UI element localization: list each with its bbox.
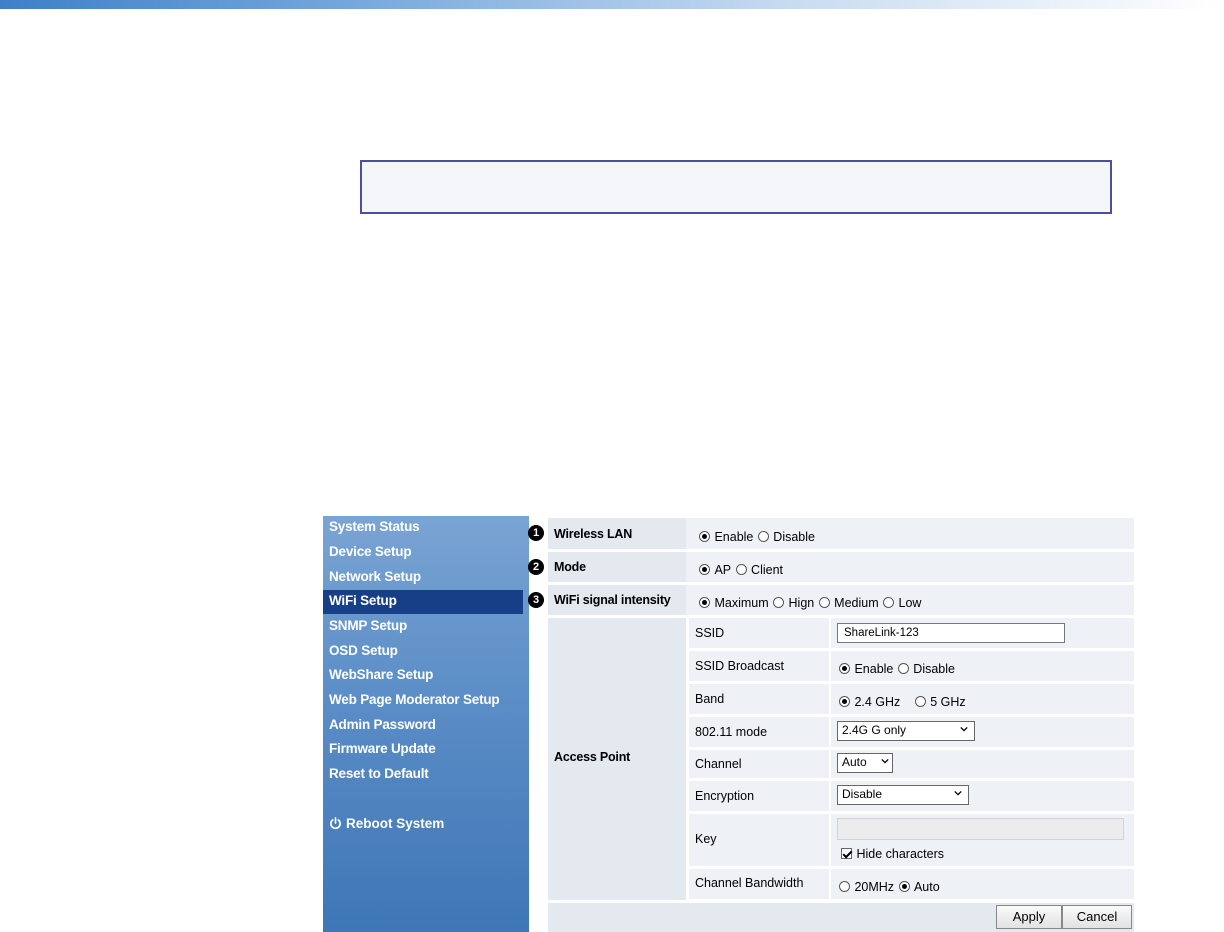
ssid-input[interactable] <box>837 623 1065 643</box>
sidebar-item-device-setup[interactable]: Device Setup <box>329 541 529 565</box>
hide-characters-label: Hide characters <box>856 846 944 861</box>
wireless-lan-enable-radio[interactable] <box>699 531 710 543</box>
sidebar-item-web-page-moderator-setup[interactable]: Web Page Moderator Setup <box>329 689 529 713</box>
power-icon <box>330 817 341 830</box>
sidebar-item-system-status[interactable]: System Status <box>329 516 529 540</box>
encryption-select[interactable]: Disable <box>837 785 969 805</box>
row-ssid: SSID <box>689 618 1134 648</box>
wireless-lan-label: Wireless LAN <box>554 527 633 541</box>
sidebar-item-firmware-update[interactable]: Firmware Update <box>329 738 529 762</box>
wireless-lan-disable-radio[interactable] <box>757 531 769 543</box>
ssid-broadcast-label: SSID Broadcast <box>695 659 784 673</box>
access-point-label: Access Point <box>554 750 631 764</box>
sidebar-item-snmp-setup[interactable]: SNMP Setup <box>329 615 529 639</box>
ssid-broadcast-disable-label: Disable <box>913 661 955 676</box>
80211-mode-select[interactable]: 2.4G G only <box>837 721 975 741</box>
channel-value: Auto <box>842 755 867 769</box>
sidebar-item-osd-setup[interactable]: OSD Setup <box>329 640 529 664</box>
ssid-label: SSID <box>695 626 725 640</box>
ssid-broadcast-disable-radio[interactable] <box>897 663 909 675</box>
mode-ap-radio[interactable] <box>699 564 710 576</box>
chevron-down-icon <box>881 758 889 764</box>
bandwidth-auto-label: Auto <box>913 879 940 894</box>
wifi-signal-intensity-label: WiFi signal intensity <box>554 593 671 607</box>
row-ssid-broadcast: SSID Broadcast Enable Disable <box>689 651 1134 681</box>
80211-mode-label: 802.11 mode <box>695 725 768 739</box>
mode-label: Mode <box>554 560 586 574</box>
row-band: Band 2.4 GHz 5 GHz <box>689 684 1134 714</box>
chevron-down-icon <box>960 726 968 732</box>
apply-button[interactable]: Apply <box>996 905 1062 929</box>
ssid-broadcast-enable-label: Enable <box>854 661 894 676</box>
signal-maximum-radio[interactable] <box>699 597 710 609</box>
callout-number-2: 2 <box>528 559 544 575</box>
band-24ghz-radio[interactable] <box>839 696 850 708</box>
bandwidth-auto-radio[interactable] <box>898 881 910 893</box>
signal-low-label: Low <box>898 595 922 610</box>
signal-medium-label: Medium <box>834 595 879 610</box>
chevron-down-icon <box>954 790 962 796</box>
encryption-label: Encryption <box>695 789 755 803</box>
band-5ghz-radio[interactable] <box>914 696 926 708</box>
wireless-lan-disable-label: Disable <box>773 529 815 544</box>
cancel-button[interactable]: Cancel <box>1062 905 1132 929</box>
bandwidth-20mhz-radio[interactable] <box>839 881 850 893</box>
callout-number-1: 1 <box>528 525 544 541</box>
bandwidth-20mhz-label: 20MHz <box>854 879 895 894</box>
row-80211-mode: 802.11 mode 2.4G G only <box>689 717 1134 747</box>
channel-bandwidth-label: Channel Bandwidth <box>695 876 804 890</box>
sidebar-item-webshare-setup[interactable]: WebShare Setup <box>329 664 529 688</box>
key-label: Key <box>695 832 717 846</box>
band-5ghz-label: 5 GHz <box>930 694 966 709</box>
reboot-system-button[interactable]: Reboot System <box>329 816 444 831</box>
band-label: Band <box>695 692 725 706</box>
encryption-value: Disable <box>842 787 883 801</box>
mode-ap-label: AP <box>714 562 732 577</box>
top-gradient-bar <box>0 0 1224 9</box>
band-24ghz-label: 2.4 GHz <box>854 694 901 709</box>
signal-medium-radio[interactable] <box>818 597 830 609</box>
mode-client-radio[interactable] <box>735 564 747 576</box>
row-channel-bandwidth: Channel Bandwidth 20MHz Auto <box>689 869 1134 899</box>
hide-characters-checkbox[interactable] <box>841 848 852 860</box>
access-point-group: Access Point SSID SSID Broadcast Enable … <box>548 618 1134 900</box>
sidebar-nav: System Status Device Setup Network Setup… <box>323 516 529 932</box>
sidebar-item-network-setup[interactable]: Network Setup <box>329 566 529 590</box>
sidebar-item-reset-to-default[interactable]: Reset to Default <box>329 763 529 787</box>
reboot-label: Reboot System <box>346 816 445 831</box>
channel-label: Channel <box>695 757 742 771</box>
row-mode: 2 Mode AP Client <box>528 552 1134 582</box>
signal-maximum-label: Maximum <box>714 595 769 610</box>
row-key: Key Hide characters <box>689 814 1134 866</box>
row-encryption: Encryption Disable <box>689 781 1134 811</box>
wireless-lan-enable-label: Enable <box>714 529 754 544</box>
sidebar-item-wifi-setup[interactable]: WiFi Setup <box>323 590 523 614</box>
row-wireless-lan: 1 Wireless LAN Enable Disable <box>528 518 1134 549</box>
callout-number-3: 3 <box>528 592 544 608</box>
channel-select[interactable]: Auto <box>837 753 893 773</box>
80211-mode-value: 2.4G G only <box>842 723 907 737</box>
wifi-settings-panel: 1 Wireless LAN Enable Disable 2 Mode AP … <box>528 518 1134 932</box>
key-input[interactable] <box>837 818 1124 840</box>
row-wifi-signal-intensity: 3 WiFi signal intensity Maximum Hign Med… <box>528 585 1134 615</box>
button-bar: Apply Cancel <box>548 903 1134 932</box>
row-channel: Channel Auto <box>689 750 1134 778</box>
mode-client-label: Client <box>751 562 784 577</box>
signal-low-radio[interactable] <box>883 597 895 609</box>
signal-high-label: Hign <box>788 595 815 610</box>
signal-high-radio[interactable] <box>773 597 785 609</box>
sidebar-item-admin-password[interactable]: Admin Password <box>329 714 529 738</box>
note-box <box>360 160 1112 214</box>
ssid-broadcast-enable-radio[interactable] <box>839 663 850 675</box>
